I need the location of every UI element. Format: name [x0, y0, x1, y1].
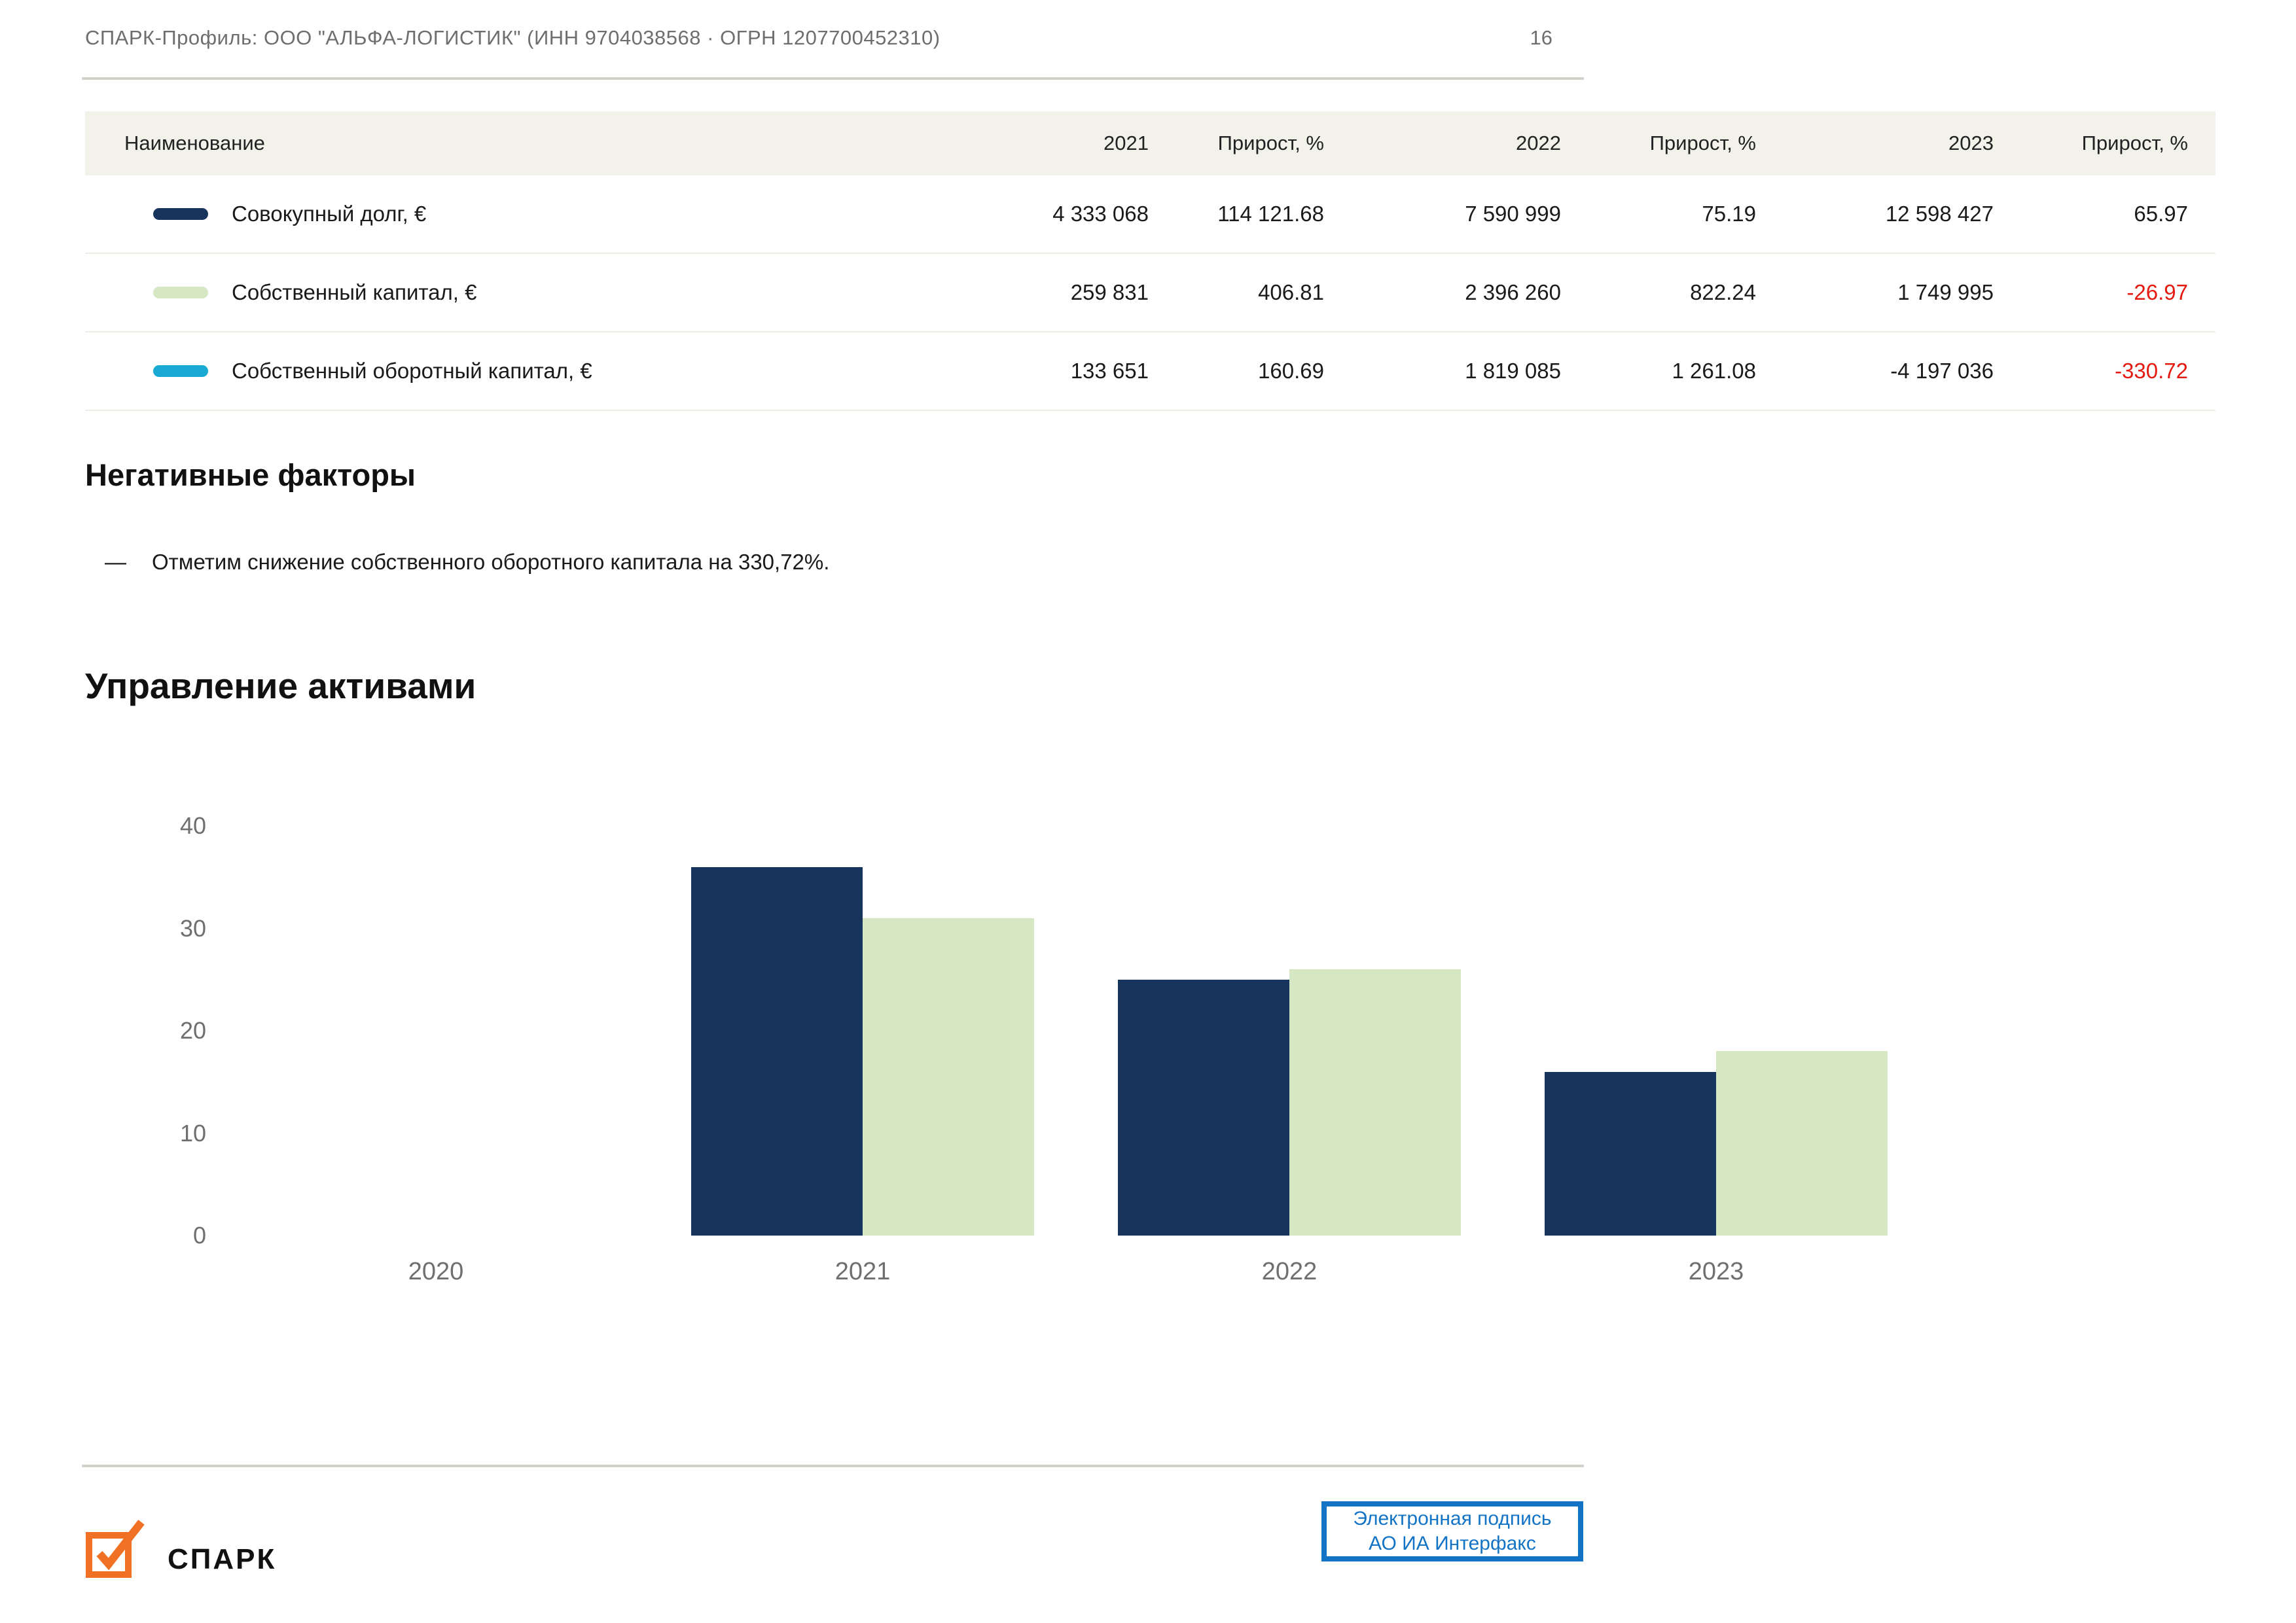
bar-2022-navy [1118, 980, 1289, 1236]
stamp-line-1: Электронная подпись [1353, 1507, 1551, 1531]
page: СПАРК-Профиль: ООО "АЛЬФА-ЛОГИСТИК" (ИНН… [0, 0, 2296, 1623]
y-tick-0: 0 [98, 1221, 206, 1250]
bar-2023-navy [1545, 1072, 1716, 1236]
stamp-line-2: АО ИА Интерфакс [1369, 1531, 1536, 1556]
electronic-signature-stamp[interactable]: Электронная подпись АО ИА Интерфакс [1321, 1501, 1583, 1561]
bar-2021-navy [691, 867, 863, 1236]
y-tick-10: 10 [98, 1119, 206, 1148]
y-tick-30: 30 [98, 914, 206, 943]
y-tick-20: 20 [98, 1016, 206, 1045]
x-label-2020: 2020 [223, 1258, 649, 1286]
x-label-2021: 2021 [649, 1258, 1076, 1286]
x-label-2022: 2022 [1076, 1258, 1503, 1286]
x-label-2023: 2023 [1503, 1258, 1929, 1286]
spark-logo-text: СПАРК [168, 1543, 276, 1580]
footer-divider [82, 1465, 1584, 1467]
spark-checkbox-icon [84, 1517, 156, 1580]
y-tick-40: 40 [98, 812, 206, 840]
assets-bar-chart: 0 10 20 30 40 2020202120222023 [0, 0, 2296, 1623]
bar-2023-green [1716, 1051, 1888, 1236]
bar-2022-green [1289, 969, 1461, 1236]
spark-logo: СПАРК [84, 1517, 276, 1580]
bar-2021-green [863, 918, 1034, 1236]
